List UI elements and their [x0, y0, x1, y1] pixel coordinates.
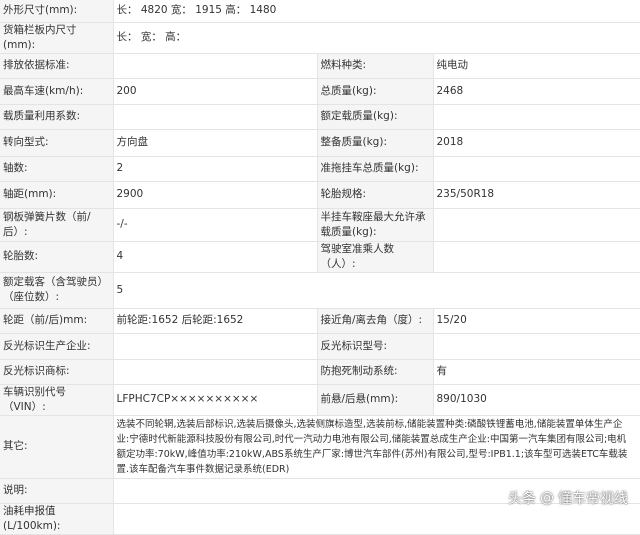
overhang-value: 890/1030 [433, 384, 640, 416]
watermark: 头条 @ 懂车帝视线 [508, 488, 628, 508]
axle-count-value: 2 [113, 156, 318, 182]
reflector-maker-value [113, 333, 318, 360]
trailer-mass-value [433, 156, 640, 182]
other-label: 其它: [0, 415, 114, 479]
approach-angle-value: 15/20 [433, 308, 640, 334]
cargo-box-label: 货箱栏板内尺寸(mm): [0, 22, 114, 54]
saddle-load-value [433, 208, 640, 242]
max-speed-label: 最高车速(km/h): [0, 78, 114, 105]
spec-row-speed-mass: 最高车速(km/h): 200 总质量(kg): 2468 [0, 78, 640, 105]
spec-row-dimensions: 外形尺寸(mm): 长： 4820 宽： 1915 高： 1480 [0, 0, 640, 23]
spec-row-load: 载质量利用系数: 额定载质量(kg): [0, 104, 640, 130]
reflector-brand-label: 反光标识商标: [0, 359, 114, 385]
watermark-brand: 头条 [508, 491, 536, 507]
abs-system-label: 防抱死制动系统: [317, 359, 434, 385]
rated-seats-value: 5 [113, 272, 640, 309]
saddle-load-label: 半挂车鞍座最大允许承载质量(kg): [317, 208, 434, 242]
dimensions-value: 长： 4820 宽： 1915 高： 1480 [113, 0, 640, 23]
track-width-label: 轮距（前/后)mm: [0, 308, 114, 334]
spec-row-wheelbase-tire: 轴距(mm): 2900 轮胎规格: 235/50R18 [0, 181, 640, 209]
curb-weight-label: 整备质量(kg): [317, 129, 434, 157]
emission-standard-value [113, 53, 318, 79]
spec-row-reflector-abs: 反光标识商标: 防抱死制动系统: 有 [0, 359, 640, 385]
cab-capacity-value [433, 241, 640, 273]
cargo-box-value: 长： 宽： 高： [113, 22, 640, 54]
note-label: 说明: [0, 478, 114, 504]
total-mass-value: 2468 [433, 78, 640, 105]
rated-load-value [433, 104, 640, 130]
reflector-maker-label: 反光标识生产企业: [0, 333, 114, 360]
spec-row-emission-fuel: 排放依据标准: 燃料种类: 纯电动 [0, 53, 640, 79]
dimensions-label: 外形尺寸(mm): [0, 0, 114, 23]
reflector-model-label: 反光标识型号: [317, 333, 434, 360]
curb-weight-value: 2018 [433, 129, 640, 157]
emission-standard-label: 排放依据标准: [0, 53, 114, 79]
rated-load-label: 额定载质量(kg): [317, 104, 434, 130]
fuel-consumption-label: 油耗申报值(L/100km): [0, 503, 114, 535]
spec-row-steering-curb: 转向型式: 方向盘 整备质量(kg): 2018 [0, 129, 640, 157]
tire-count-value: 4 [113, 241, 318, 273]
total-mass-label: 总质量(kg): [317, 78, 434, 105]
other-value: 选装不同轮辋,选装后部标识,选装后摄像头,选装侧旗标造型,选装前标,储能装置种类… [113, 415, 640, 479]
tire-spec-value: 235/50R18 [433, 181, 640, 209]
abs-system-value: 有 [433, 359, 640, 385]
rated-seats-label: 额定载客（含驾驶员）（座位数）: [0, 272, 114, 309]
reflector-brand-value [113, 359, 318, 385]
wheelbase-value: 2900 [113, 181, 318, 209]
spec-row-vin-overhang: 车辆识别代号（VIN）: LFPHC7CP×××××××××× 前悬/后悬(mm… [0, 384, 640, 416]
reflector-model-value [433, 333, 640, 360]
cab-capacity-label: 驾驶室准乘人数（人）: [317, 241, 434, 273]
spec-row-track-angle: 轮距（前/后)mm: 前轮距:1652 后轮距:1652 接近角/离去角（度）:… [0, 308, 640, 334]
vehicle-spec-table: 外形尺寸(mm): 长： 4820 宽： 1915 高： 1480 货箱栏板内尺… [0, 0, 640, 535]
vin-label: 车辆识别代号（VIN）: [0, 384, 114, 416]
spec-row-spring-saddle: 钢板弹簧片数（前/后）: -/- 半挂车鞍座最大允许承载质量(kg): [0, 208, 640, 242]
track-width-value: 前轮距:1652 后轮距:1652 [113, 308, 318, 334]
spec-row-seats: 额定载客（含驾驶员）（座位数）: 5 [0, 272, 640, 309]
tire-spec-label: 轮胎规格: [317, 181, 434, 209]
watermark-account: 懂车帝视线 [558, 491, 628, 507]
load-factor-value [113, 104, 318, 130]
spec-row-reflector: 反光标识生产企业: 反光标识型号: [0, 333, 640, 360]
approach-angle-label: 接近角/离去角（度）: [317, 308, 434, 334]
spec-row-other: 其它: 选装不同轮辋,选装后部标识,选装后摄像头,选装侧旗标造型,选装前标,储能… [0, 415, 640, 479]
fuel-type-value: 纯电动 [433, 53, 640, 79]
fuel-type-label: 燃料种类: [317, 53, 434, 79]
steering-type-label: 转向型式: [0, 129, 114, 157]
leaf-spring-value: -/- [113, 208, 318, 242]
watermark-at-sign: @ [540, 490, 554, 506]
load-factor-label: 载质量利用系数: [0, 104, 114, 130]
leaf-spring-label: 钢板弹簧片数（前/后）: [0, 208, 114, 242]
steering-type-value: 方向盘 [113, 129, 318, 157]
spec-row-axles-trailer: 轴数: 2 准拖挂车总质量(kg): [0, 156, 640, 182]
max-speed-value: 200 [113, 78, 318, 105]
trailer-mass-label: 准拖挂车总质量(kg): [317, 156, 434, 182]
spec-row-cargo-box: 货箱栏板内尺寸(mm): 长： 宽： 高： [0, 22, 640, 54]
wheelbase-label: 轴距(mm): [0, 181, 114, 209]
axle-count-label: 轴数: [0, 156, 114, 182]
vin-value: LFPHC7CP×××××××××× [113, 384, 318, 416]
tire-count-label: 轮胎数: [0, 241, 114, 273]
spec-row-tires-cab: 轮胎数: 4 驾驶室准乘人数（人）: [0, 241, 640, 273]
overhang-label: 前悬/后悬(mm): [317, 384, 434, 416]
